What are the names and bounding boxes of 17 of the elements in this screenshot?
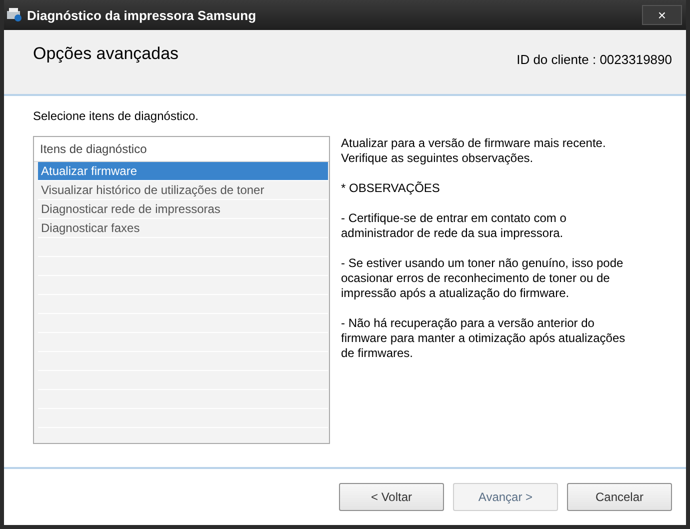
description-text: Atualizar para a versão de firmware mais recente. Verifique as seguintes observações.: [341, 136, 607, 166]
wizard-button[interactable]: Cancelar: [567, 483, 672, 511]
description-text: - Não há recuperação para a versão anterior do firmware para manter a otimização após atualizações de firmwares.: [341, 316, 626, 361]
description-text: - Se estiver usando um toner não genuíno, isso pode ocasionar erros de reconhecimento de toner ou de impressão após a atualização do firmware.: [341, 256, 624, 301]
list-item[interactable]: Visualizar histórico de utilizações de toner: [38, 181, 328, 200]
description-text: - Certifique-se de entrar em contato com o administrador de rede da sua impressora.: [341, 211, 568, 241]
list-item[interactable]: Atualizar firmware: [38, 162, 328, 181]
window-title: Diagnóstico da impressora Samsung: [27, 8, 258, 22]
client-id: ID do cliente : 0023319890: [516, 52, 672, 67]
instruction-text: Selecione itens de diagnóstico.: [33, 109, 200, 123]
list-header: Itens de diagnóstico: [34, 137, 329, 162]
description-text: * OBSERVAÇÕES: [341, 181, 441, 196]
close-button[interactable]: ×: [642, 5, 682, 25]
printer-icon: [6, 8, 22, 22]
list-item[interactable]: Diagnosticar rede de impressoras: [38, 200, 328, 219]
page-title: Opções avançadas: [33, 44, 179, 64]
wizard-button[interactable]: < Voltar: [339, 483, 444, 511]
